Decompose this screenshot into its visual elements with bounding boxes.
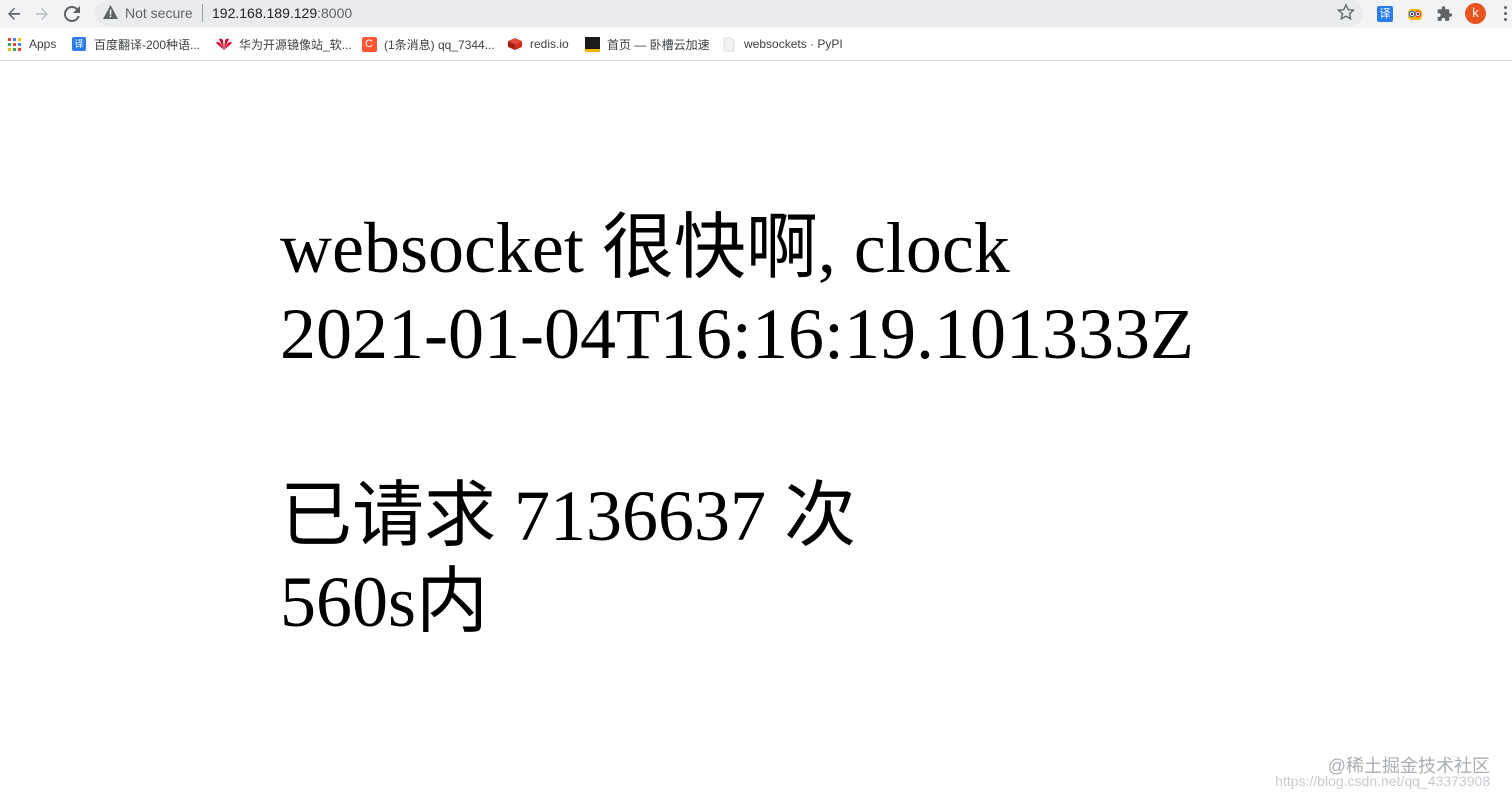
- bookmark-label: 华为开源镜像站_软...: [239, 37, 352, 52]
- owl-extension-button[interactable]: [1404, 3, 1426, 25]
- arrow-right-icon: [36, 7, 48, 20]
- bookmark-woocao[interactable]: 首页 — 卧槽云加速: [584, 28, 710, 60]
- translate-icon: 译: [1377, 6, 1393, 22]
- address-bar[interactable]: Not secure 192.168.189.129:8000: [95, 0, 1363, 26]
- woocao-icon: [584, 36, 600, 52]
- bookmark-star-icon[interactable]: [1337, 3, 1355, 21]
- menu-button[interactable]: [1500, 3, 1510, 25]
- bookmark-label: 首页 — 卧槽云加速: [607, 37, 710, 52]
- browser-toolbar: Not secure 192.168.189.129:8000 译 k: [0, 0, 1512, 28]
- url-text[interactable]: 192.168.189.129:8000: [212, 5, 352, 21]
- profile-avatar[interactable]: k: [1465, 3, 1486, 24]
- apps-grid-icon: [6, 36, 22, 52]
- status-line-1: websocket 很快啊, clock: [280, 208, 1010, 288]
- extensions-button[interactable]: [1434, 3, 1456, 25]
- puzzle-icon: [1437, 6, 1453, 21]
- clock-timestamp: 2021-01-04T16:16:19.101333Z: [280, 294, 1194, 374]
- owl-icon: [1408, 9, 1422, 20]
- bookmark-label: websockets · PyPI: [744, 37, 843, 51]
- page-content: websocket 很快啊, clock 2021-01-04T16:16:19…: [280, 205, 1194, 645]
- bookmark-label: 百度翻译-200种语...: [94, 37, 201, 52]
- bookmark-huawei[interactable]: 华为开源镜像站_软...: [216, 28, 352, 60]
- url-host: 192.168.189.129: [212, 5, 318, 21]
- reload-icon: [64, 6, 80, 22]
- page-icon: [721, 36, 737, 52]
- reload-button[interactable]: [60, 2, 84, 26]
- url-port: :8000: [317, 5, 353, 21]
- bookmark-csdn[interactable]: C (1条消息) qq_7344...: [361, 28, 495, 60]
- bookmark-label: Apps: [29, 37, 57, 51]
- warning-icon: [103, 5, 118, 19]
- back-button[interactable]: [2, 2, 26, 26]
- translate-extension-button[interactable]: 译: [1374, 3, 1396, 25]
- redis-icon: [507, 36, 523, 52]
- bookmarks-bar: Apps 译 百度翻译-200种语... 华为开源镜像站_软... C (1条消…: [0, 28, 1512, 61]
- bookmark-websockets-pypi[interactable]: websockets · PyPI: [721, 28, 843, 60]
- bookmark-redis[interactable]: redis.io: [507, 28, 569, 60]
- forward-button[interactable]: [30, 2, 54, 26]
- arrow-left-icon: [8, 7, 20, 20]
- baidu-translate-icon: 译: [71, 36, 87, 52]
- url-separator: [202, 4, 203, 22]
- bookmark-baidu-translate[interactable]: 译 百度翻译-200种语...: [71, 28, 200, 60]
- elapsed-time-text: 560s内: [280, 562, 489, 642]
- bookmark-label: (1条消息) qq_7344...: [384, 37, 495, 52]
- watermark-url: https://blog.csdn.net/qq_43373908: [1275, 773, 1490, 789]
- bookmark-apps[interactable]: Apps: [6, 28, 56, 60]
- huawei-icon: [216, 36, 232, 52]
- bookmark-label: redis.io: [530, 37, 569, 51]
- security-label[interactable]: Not secure: [125, 5, 193, 21]
- request-count-text: 已请求 7136637 次: [280, 476, 857, 556]
- csdn-icon: C: [361, 36, 377, 52]
